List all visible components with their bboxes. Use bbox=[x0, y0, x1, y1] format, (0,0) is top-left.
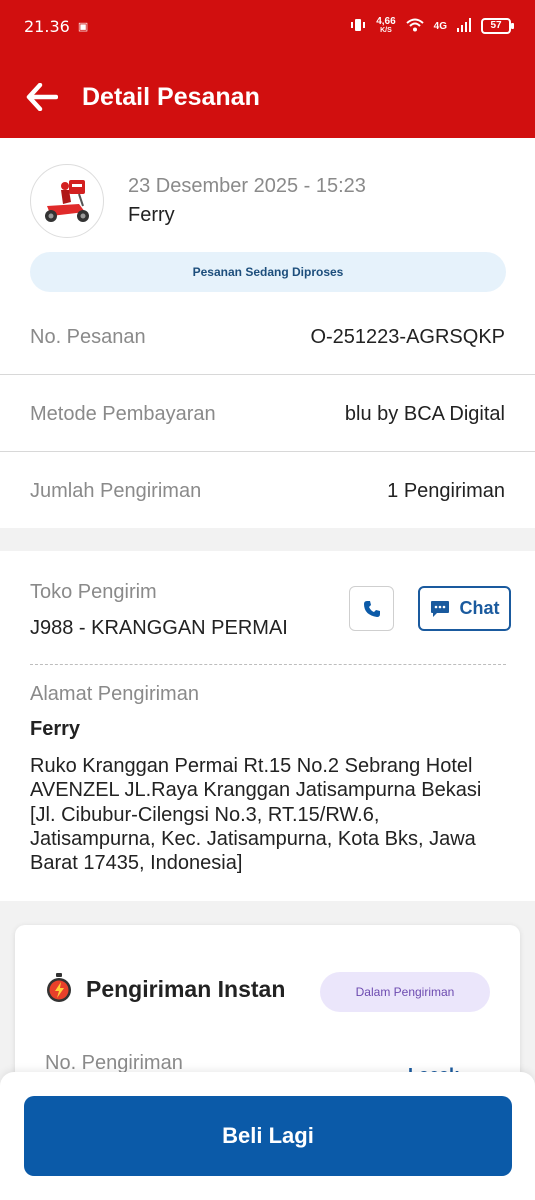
store-label: Toko Pengirim bbox=[30, 581, 157, 603]
status-bar: 21.36 ▣ 4,66 K/S 4G 57 bbox=[0, 0, 535, 52]
order-date: 23 Desember 2025 - 15:23 bbox=[128, 175, 366, 197]
order-number-label: No. Pesanan bbox=[30, 325, 146, 348]
battery-icon: 57 bbox=[481, 18, 514, 34]
page-title: Detail Pesanan bbox=[82, 82, 260, 111]
store-name: J988 - KRANGGAN PERMAI bbox=[30, 617, 288, 639]
shipment-count-value: 1 Pengiriman bbox=[387, 479, 505, 502]
bottom-action-bar: Beli Lagi bbox=[0, 1072, 535, 1200]
payment-method-row: Metode Pembayaran blu by BCA Digital bbox=[0, 375, 535, 453]
chat-bubble-icon bbox=[430, 600, 449, 617]
status-right: 4,66 K/S 4G 57 bbox=[350, 17, 514, 36]
stopwatch-lightning-icon bbox=[47, 973, 71, 1002]
net-speed: 4,66 K/S bbox=[376, 17, 395, 35]
service-avatar bbox=[30, 164, 104, 238]
dashed-divider bbox=[30, 664, 506, 665]
vibrate-icon bbox=[350, 17, 366, 36]
recipient-name: Ferry bbox=[30, 718, 81, 740]
store-address-section: Toko Pengirim J988 - KRANGGAN PERMAI Cha… bbox=[0, 551, 535, 901]
order-summary: 23 Desember 2025 - 15:23 Ferry Pesanan S… bbox=[0, 138, 535, 528]
signal-icon bbox=[457, 17, 471, 35]
net-speed-value: 4,66 bbox=[376, 16, 396, 27]
order-number-value: O-251223-AGRSQKP bbox=[310, 325, 505, 348]
chat-button[interactable]: Chat bbox=[418, 586, 511, 631]
delivery-status-badge: Dalam Pengiriman bbox=[320, 972, 490, 1012]
shipment-count-label: Jumlah Pengiriman bbox=[30, 479, 202, 502]
shipment-count-row: Jumlah Pengiriman 1 Pengiriman bbox=[0, 452, 535, 530]
back-button[interactable] bbox=[26, 81, 58, 113]
address-text: Ruko Kranggan Permai Rt.15 No.2 Sebrang … bbox=[30, 755, 482, 875]
network-type: 4G bbox=[433, 20, 447, 32]
payment-method-value: blu by BCA Digital bbox=[344, 402, 505, 425]
status-time: 21.36 bbox=[24, 16, 70, 36]
phone-icon bbox=[363, 600, 380, 617]
payment-method-label: Metode Pembayaran bbox=[30, 402, 216, 425]
order-status-badge: Pesanan Sedang Diproses bbox=[30, 252, 506, 292]
buy-again-button[interactable]: Beli Lagi bbox=[24, 1096, 512, 1176]
delivery-scooter-icon bbox=[45, 180, 89, 222]
wifi-icon bbox=[405, 18, 424, 35]
order-service: Ferry bbox=[128, 204, 175, 226]
app-bar: Detail Pesanan bbox=[0, 62, 535, 132]
top-header: 21.36 ▣ 4,66 K/S 4G 57 Detail Pesanan bbox=[0, 0, 535, 138]
delivery-title: Pengiriman Instan bbox=[86, 976, 286, 1002]
order-number-row: No. Pesanan O-251223-AGRSQKP bbox=[0, 298, 535, 376]
call-store-button[interactable] bbox=[349, 586, 394, 631]
notification-icon: ▣ bbox=[77, 20, 89, 33]
chat-button-label: Chat bbox=[459, 598, 500, 618]
address-label: Alamat Pengiriman bbox=[30, 683, 199, 705]
net-speed-unit: K/S bbox=[380, 27, 392, 34]
arrow-left-icon bbox=[26, 83, 58, 111]
